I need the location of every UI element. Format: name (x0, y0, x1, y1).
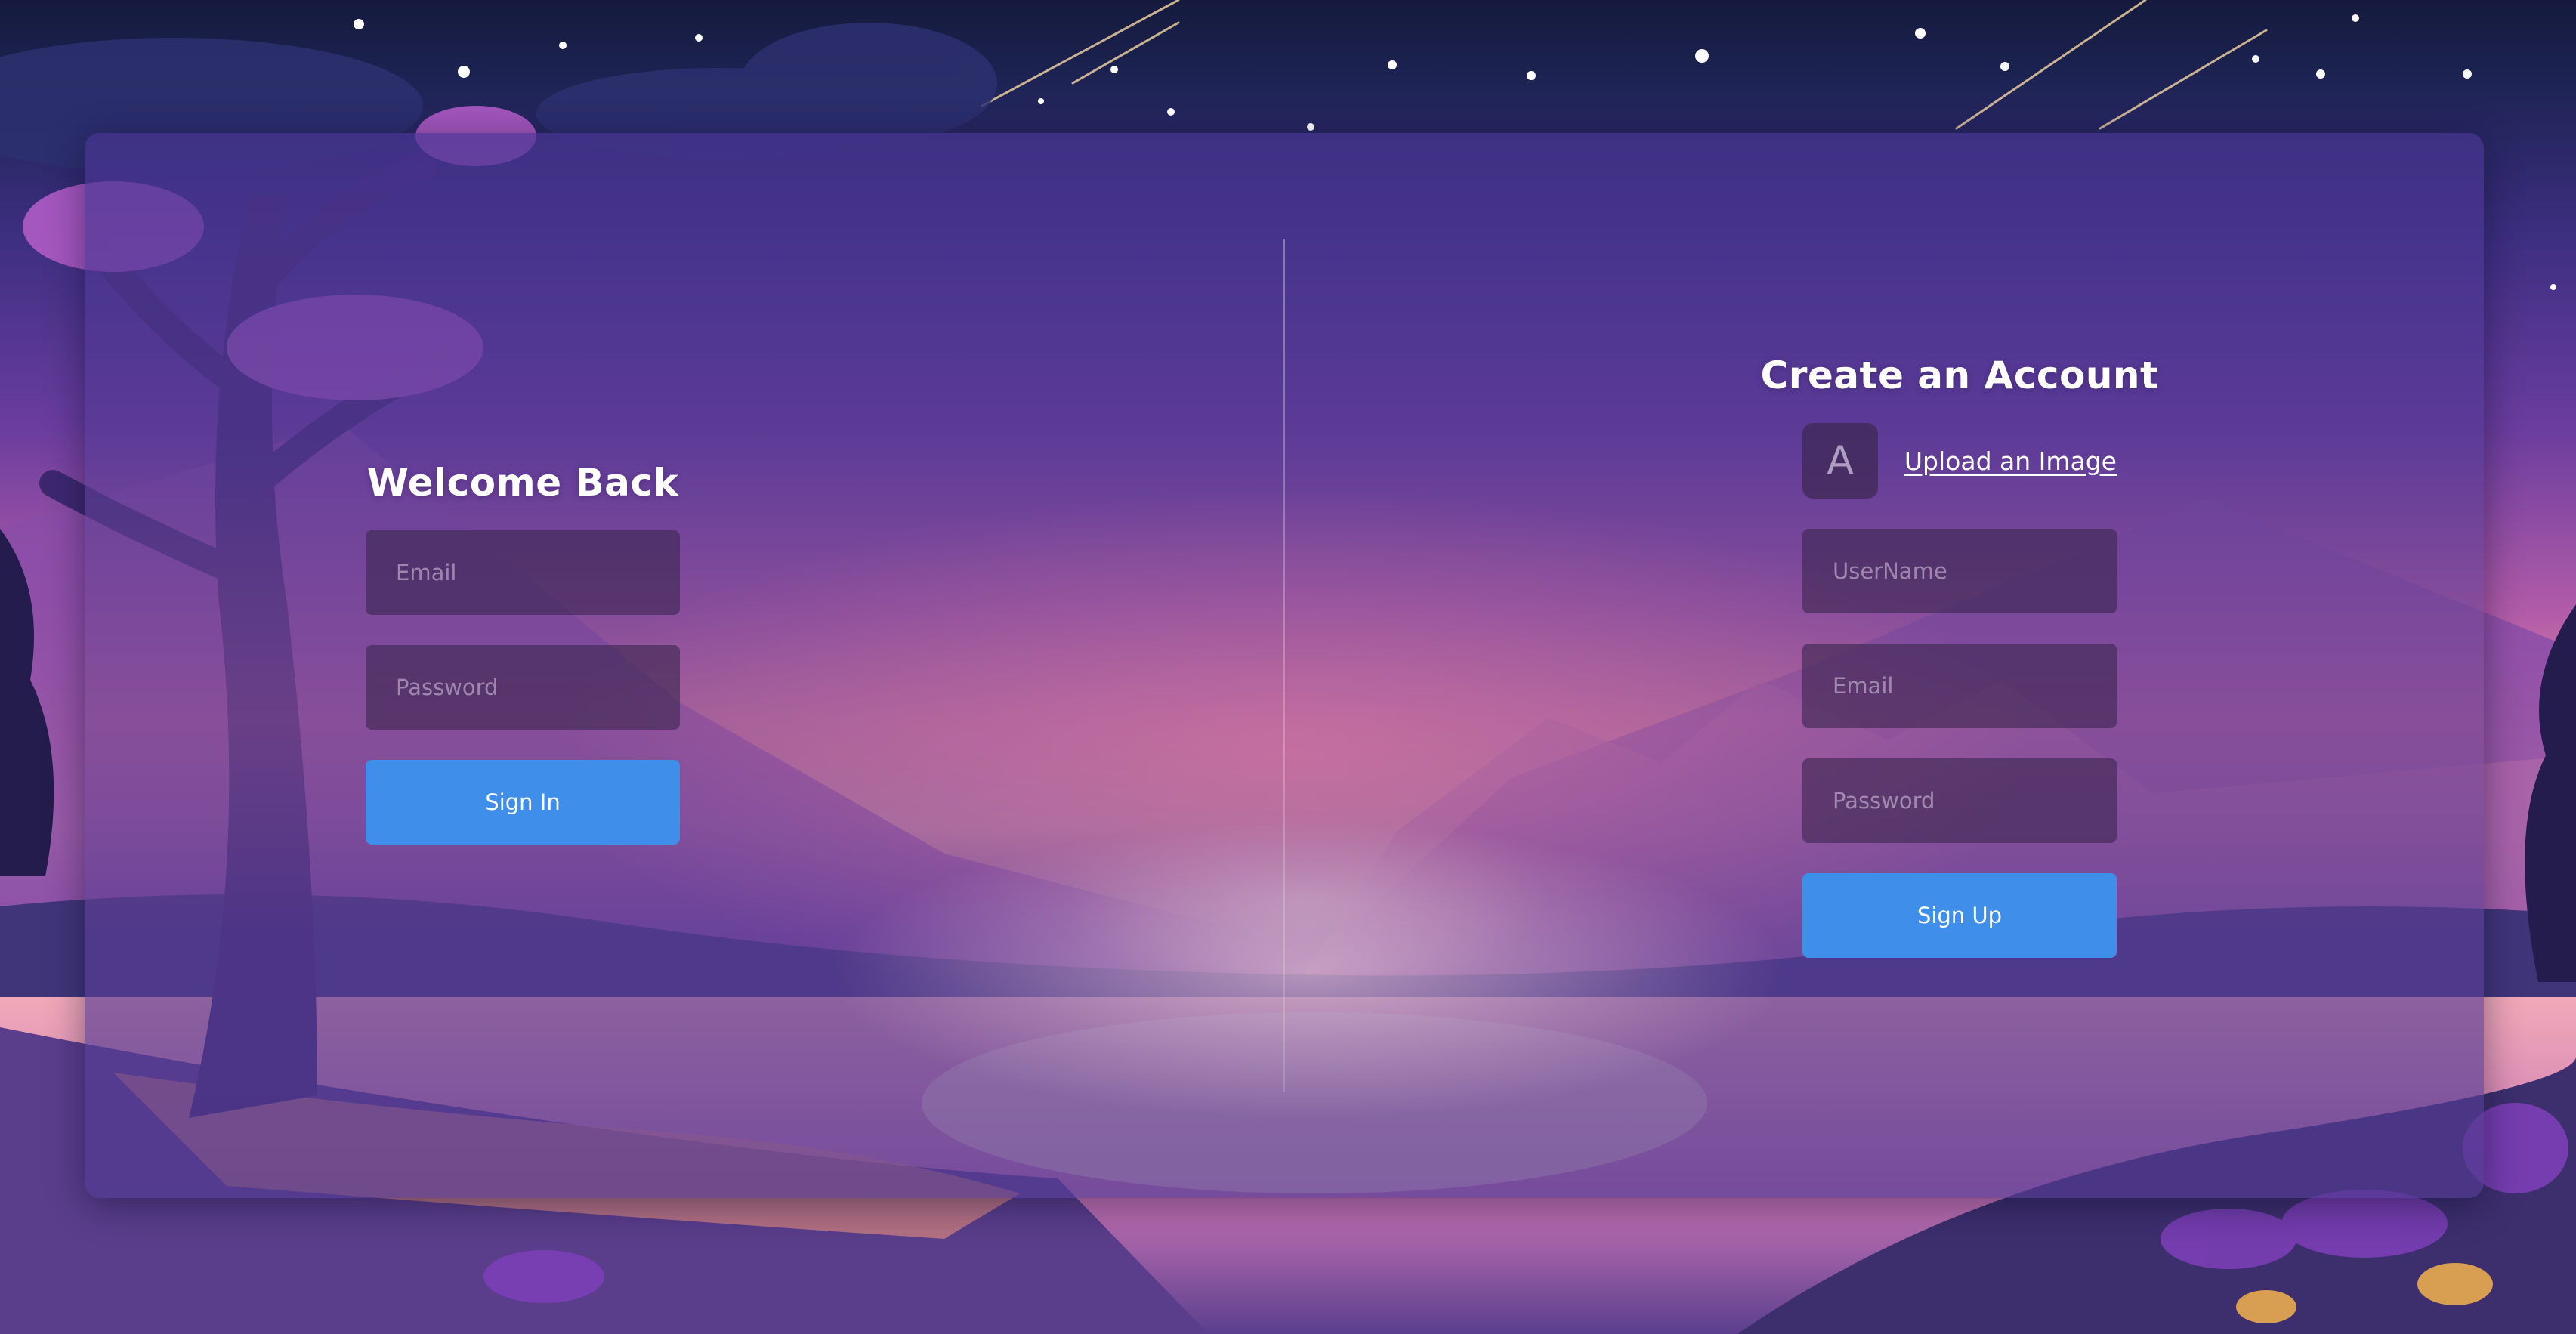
sign-up-button[interactable]: Sign Up (1802, 873, 2117, 958)
signup-password-input[interactable] (1802, 758, 2117, 843)
login-form: Welcome Back Sign In (366, 461, 680, 845)
sign-in-button[interactable]: Sign In (366, 760, 680, 845)
login-email-input[interactable] (366, 530, 680, 615)
avatar-upload-row: A Upload an Image (1802, 423, 2117, 499)
avatar-initial-icon[interactable]: A (1802, 423, 1878, 499)
login-password-input[interactable] (366, 645, 680, 730)
panel-divider (1283, 239, 1285, 1092)
signup-title: Create an Account (1760, 354, 2159, 397)
signup-form: Create an Account A Upload an Image Sign… (1719, 354, 2200, 958)
login-title: Welcome Back (366, 461, 679, 505)
signup-username-input[interactable] (1802, 529, 2117, 613)
upload-image-link[interactable]: Upload an Image (1904, 446, 2117, 476)
signup-email-input[interactable] (1802, 644, 2117, 728)
